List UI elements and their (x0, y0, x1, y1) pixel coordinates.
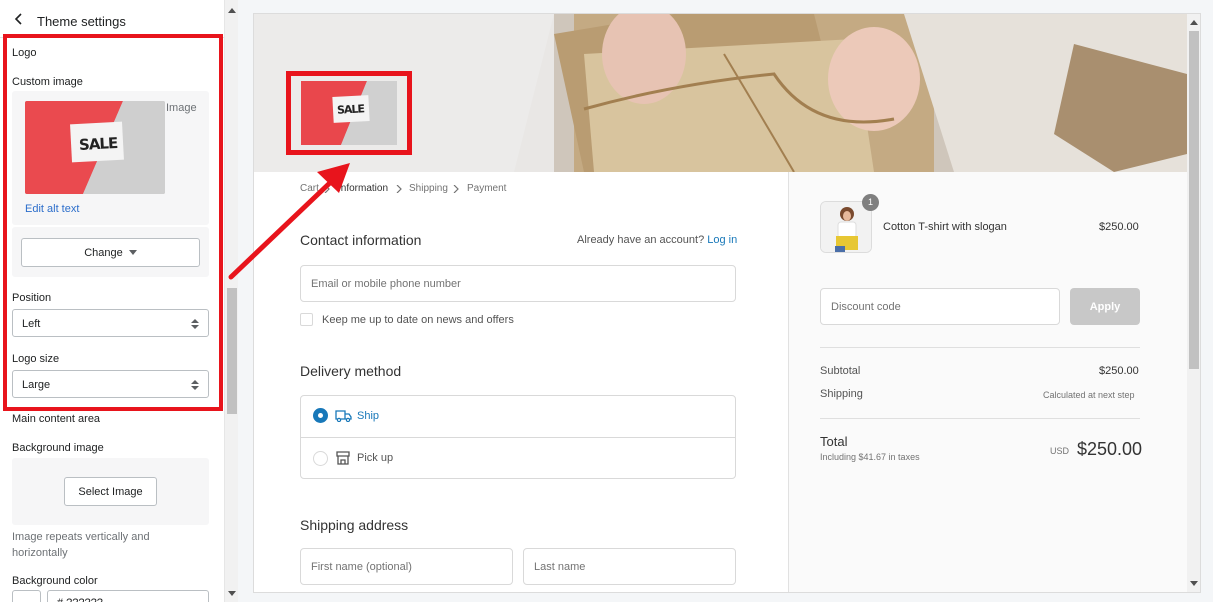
preview-scrollbar[interactable] (1187, 14, 1200, 592)
scroll-up-arrow-icon[interactable] (1190, 19, 1198, 25)
store-icon (336, 451, 350, 465)
background-image-help-text: Image repeats vertically and horizontall… (12, 531, 150, 559)
annotation-logo-highlight-box (286, 71, 412, 155)
pickup-option-label[interactable]: Pick up (357, 452, 393, 464)
delivery-method-options (300, 395, 736, 479)
breadcrumb-information: Information (338, 183, 389, 194)
shipping-address-heading: Shipping address (300, 517, 409, 533)
first-name-placeholder: First name (optional) (311, 561, 412, 573)
email-placeholder: Email or mobile phone number (311, 278, 461, 290)
ship-option-label[interactable]: Ship (357, 410, 379, 422)
annotation-highlight-box (3, 34, 223, 411)
total-value: $250.00 (1077, 439, 1143, 459)
newsletter-checkbox[interactable] (300, 313, 313, 326)
breadcrumb-shipping: Shipping (409, 183, 448, 194)
select-image-button[interactable]: Select Image (64, 477, 157, 506)
background-color-input[interactable]: # ?????? (47, 590, 209, 602)
shipping-value: Calculated at next step (1043, 390, 1135, 400)
total-label: Total (820, 434, 848, 449)
theme-settings-panel: Theme settings Logo Custom image SALE Im… (0, 0, 224, 602)
product-price: $250.00 (1099, 221, 1139, 233)
background-color-swatch[interactable] (12, 590, 41, 602)
screen: Theme settings Logo Custom image SALE Im… (0, 0, 1213, 602)
panel-title: Theme settings (37, 14, 126, 29)
pickup-radio[interactable] (313, 451, 328, 466)
scroll-up-arrow-icon[interactable] (228, 7, 236, 13)
account-prompt-text: Already have an account? (577, 234, 705, 246)
subtotal-value: $250.00 (1099, 365, 1139, 377)
newsletter-label: Keep me up to date on news and offers (322, 314, 514, 326)
summary-divider (820, 347, 1140, 348)
delivery-option-divider (301, 437, 735, 438)
background-color-label: Background color (12, 575, 98, 587)
back-chevron-icon[interactable] (12, 12, 26, 26)
first-name-field[interactable]: First name (optional) (300, 548, 513, 585)
discount-code-placeholder: Discount code (831, 301, 901, 313)
last-name-field[interactable]: Last name (523, 548, 736, 585)
delivery-method-heading: Delivery method (300, 363, 402, 379)
truck-icon (335, 410, 352, 422)
last-name-placeholder: Last name (534, 561, 586, 573)
main-content-area-heading: Main content area (12, 413, 101, 425)
scroll-down-arrow-icon[interactable] (1190, 581, 1198, 587)
discount-code-field[interactable]: Discount code (820, 288, 1060, 325)
background-color-value: # ?????? (57, 597, 103, 602)
login-link[interactable]: Log in (707, 234, 737, 246)
ship-radio[interactable] (313, 408, 328, 423)
header-banner-image: SALE (254, 14, 1187, 172)
account-prompt: Already have an account? Log in (577, 234, 737, 246)
apply-discount-button[interactable]: Apply (1070, 288, 1140, 325)
breadcrumb-chevron-icon (324, 185, 330, 193)
preview-scroll-thumb[interactable] (1189, 31, 1199, 369)
breadcrumb-cart[interactable]: Cart (300, 183, 319, 194)
breadcrumb-chevron-icon (453, 185, 459, 193)
currency-code: USD (1050, 446, 1070, 456)
breadcrumb-payment: Payment (467, 183, 507, 194)
settings-scrollbar[interactable] (224, 0, 238, 602)
background-image-label: Background image (12, 442, 104, 454)
scroll-down-arrow-icon[interactable] (228, 591, 236, 597)
subtotal-label: Subtotal (820, 365, 861, 377)
taxes-note: Including $41.67 in taxes (820, 452, 920, 462)
shipping-label: Shipping (820, 388, 863, 400)
settings-scroll-thumb[interactable] (227, 288, 237, 414)
contact-information-heading: Contact information (300, 232, 422, 248)
breadcrumb-chevron-icon (396, 185, 402, 193)
email-field[interactable]: Email or mobile phone number (300, 265, 736, 302)
panel-header: Theme settings (0, 0, 224, 38)
product-name: Cotton T-shirt with slogan (883, 221, 1007, 233)
quantity-badge: 1 (862, 194, 879, 211)
summary-divider (820, 418, 1140, 419)
